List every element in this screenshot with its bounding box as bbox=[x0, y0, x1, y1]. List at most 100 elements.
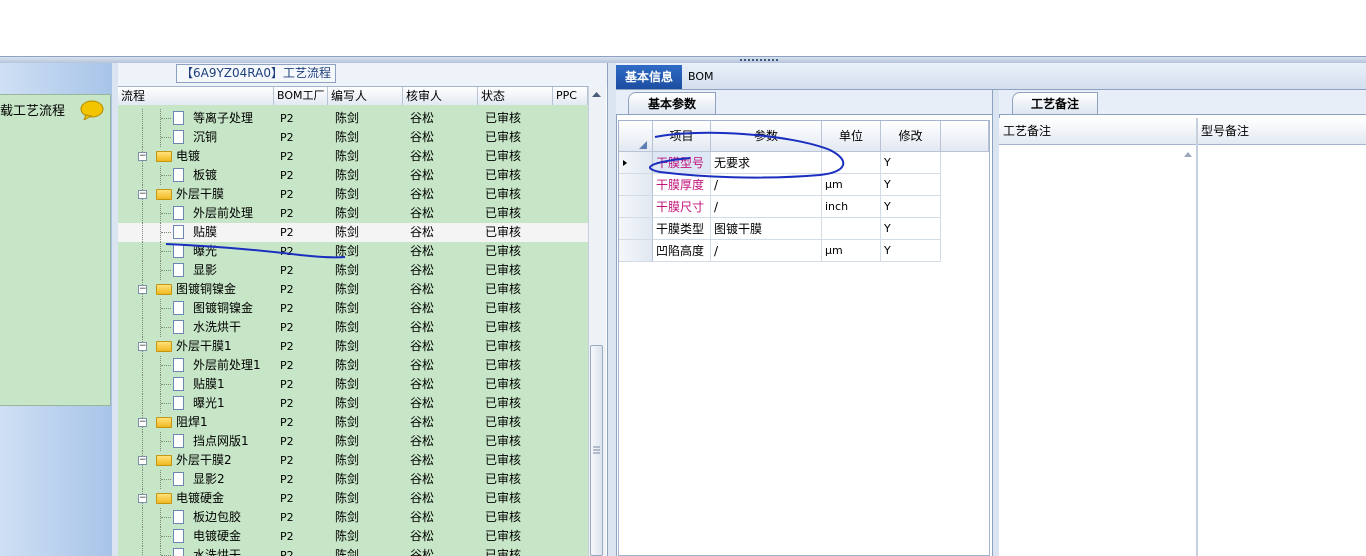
tab-process-notes[interactable]: 工艺备注 bbox=[1012, 92, 1098, 114]
row-header[interactable] bbox=[619, 174, 653, 196]
params-row[interactable]: 干膜类型 图镀干膜 Y bbox=[619, 218, 941, 240]
unit-cell[interactable]: μm bbox=[822, 174, 881, 196]
tree-node-label: 外层前处理1 bbox=[193, 358, 261, 372]
collapse-toggle-icon[interactable]: − bbox=[138, 152, 147, 161]
params-row[interactable]: 干膜厚度 / μm Y bbox=[619, 174, 941, 196]
item-cell[interactable]: 干膜类型 bbox=[653, 218, 711, 240]
status-cell: 已审核 bbox=[485, 377, 522, 391]
column-header-writer[interactable]: 编写人 bbox=[328, 87, 403, 105]
tree-row[interactable]: − 阻焊1 P2 陈剑 谷松 已审核 bbox=[118, 413, 588, 432]
param-cell[interactable]: / bbox=[711, 196, 822, 218]
scroll-up-arrow-icon[interactable] bbox=[1182, 148, 1194, 160]
item-cell[interactable]: 干膜型号 bbox=[653, 152, 711, 174]
tree-row[interactable]: 板镀 P2 陈剑 谷松 已审核 bbox=[118, 166, 588, 185]
tree-row[interactable]: − 图镀铜镍金 P2 陈剑 谷松 已审核 bbox=[118, 280, 588, 299]
tree-row[interactable]: 板边包胶 P2 陈剑 谷松 已审核 bbox=[118, 508, 588, 527]
tree-connector-line bbox=[161, 213, 171, 214]
row-header[interactable] bbox=[619, 196, 653, 218]
column-header-unit[interactable]: 单位 bbox=[822, 121, 881, 152]
tree-row[interactable]: 显影 P2 陈剑 谷松 已审核 bbox=[118, 261, 588, 280]
tree-row[interactable]: − 外层干膜 P2 陈剑 谷松 已审核 bbox=[118, 185, 588, 204]
param-cell[interactable]: / bbox=[711, 174, 822, 196]
tree-row[interactable]: 电镀硬金 P2 陈剑 谷松 已审核 bbox=[118, 527, 588, 546]
tree-row[interactable]: 挡点网版1 P2 陈剑 谷松 已审核 bbox=[118, 432, 588, 451]
param-cell[interactable]: / bbox=[711, 240, 822, 262]
tree-row[interactable]: 曝光 P2 陈剑 谷松 已审核 bbox=[118, 242, 588, 261]
collapse-toggle-icon[interactable]: − bbox=[138, 285, 147, 294]
modify-cell[interactable]: Y bbox=[881, 152, 941, 174]
tree-scrollbar-thumb[interactable] bbox=[590, 345, 603, 556]
collapse-toggle-icon[interactable]: − bbox=[138, 342, 147, 351]
column-header-ppc[interactable]: PPC bbox=[553, 87, 588, 105]
scroll-up-arrow-icon[interactable] bbox=[588, 86, 605, 104]
tree-row[interactable]: 曝光1 P2 陈剑 谷松 已审核 bbox=[118, 394, 588, 413]
tree-row[interactable]: 沉铜 P2 陈剑 谷松 已审核 bbox=[118, 128, 588, 147]
left-nav-item[interactable] bbox=[0, 94, 111, 406]
column-header-status[interactable]: 状态 bbox=[478, 87, 553, 105]
splitter-grip-icon[interactable] bbox=[728, 57, 790, 62]
tree-node-label: 挡点网版1 bbox=[193, 434, 249, 448]
column-header-item[interactable]: 项目 bbox=[653, 121, 711, 152]
bom-cell: P2 bbox=[280, 245, 294, 258]
reviewer-cell: 谷松 bbox=[410, 491, 435, 505]
row-header[interactable] bbox=[619, 240, 653, 262]
params-row[interactable]: 干膜尺寸 / inch Y bbox=[619, 196, 941, 218]
item-cell[interactable]: 干膜厚度 bbox=[653, 174, 711, 196]
modify-cell[interactable]: Y bbox=[881, 240, 941, 262]
params-row[interactable]: 干膜型号 无要求 Y bbox=[619, 152, 941, 174]
tab-basic-info[interactable]: 基本信息 bbox=[616, 65, 682, 89]
row-header[interactable] bbox=[619, 218, 653, 240]
param-cell[interactable]: 图镀干膜 bbox=[711, 218, 822, 240]
modify-cell[interactable]: Y bbox=[881, 218, 941, 240]
collapse-toggle-icon[interactable]: − bbox=[138, 190, 147, 199]
collapse-toggle-icon[interactable]: − bbox=[138, 456, 147, 465]
column-header-param[interactable]: 参数 bbox=[711, 121, 822, 152]
tree-node-label: 电镀硬金 bbox=[176, 491, 225, 505]
item-cell[interactable]: 干膜尺寸 bbox=[653, 196, 711, 218]
column-header-flow[interactable]: 流程 bbox=[118, 87, 274, 105]
modify-cell[interactable]: Y bbox=[881, 174, 941, 196]
column-header-modify[interactable]: 修改 bbox=[881, 121, 941, 152]
modify-cell[interactable]: Y bbox=[881, 196, 941, 218]
tree-row[interactable]: − 电镀硬金 P2 陈剑 谷松 已审核 bbox=[118, 489, 588, 508]
column-header-model-note[interactable]: 型号备注 bbox=[1201, 118, 1249, 144]
column-header-reviewer[interactable]: 核审人 bbox=[403, 87, 478, 105]
tree-row[interactable]: − 电镀 P2 陈剑 谷松 已审核 bbox=[118, 147, 588, 166]
column-header-bom[interactable]: BOM工厂 bbox=[274, 87, 328, 105]
grid-corner[interactable] bbox=[619, 121, 653, 152]
tree-row[interactable]: − 外层干膜1 P2 陈剑 谷松 已审核 bbox=[118, 337, 588, 356]
params-row[interactable]: 凹陷高度 / μm Y bbox=[619, 240, 941, 262]
column-header-process-note[interactable]: 工艺备注 bbox=[1003, 118, 1051, 144]
basic-params-grid[interactable]: 项目 参数 单位 修改 干膜型号 无要求 Y 干膜厚度 / μm Y 干膜尺寸 / inch Y 干膜… bbox=[618, 120, 990, 556]
process-notes-area[interactable] bbox=[999, 145, 1366, 556]
middle-splitter[interactable] bbox=[607, 63, 617, 556]
tree-row[interactable]: 外层前处理 P2 陈剑 谷松 已审核 bbox=[118, 204, 588, 223]
process-flow-tree[interactable]: 等离子处理 P2 陈剑 谷松 已审核 沉铜 P2 陈剑 谷松 已审核 − 电镀 P2 陈剑 谷松 已审核 板镀 P… bbox=[118, 105, 588, 556]
folder-icon bbox=[156, 151, 172, 162]
tree-row[interactable]: 图镀铜镍金 P2 陈剑 谷松 已审核 bbox=[118, 299, 588, 318]
tree-row[interactable]: − 外层干膜2 P2 陈剑 谷松 已审核 bbox=[118, 451, 588, 470]
speech-bubble-icon[interactable] bbox=[80, 100, 104, 120]
tree-row[interactable]: 水洗烘干 P2 陈剑 谷松 已审核 bbox=[118, 546, 588, 556]
tree-node-label: 板边包胶 bbox=[193, 510, 242, 524]
tree-row[interactable]: 外层前处理1 P2 陈剑 谷松 已审核 bbox=[118, 356, 588, 375]
tree-row[interactable]: 贴膜 P2 陈剑 谷松 已审核 bbox=[118, 223, 588, 242]
notes-column-header: 工艺备注 型号备注 bbox=[999, 118, 1366, 145]
tree-row[interactable]: 水洗烘干 P2 陈剑 谷松 已审核 bbox=[118, 318, 588, 337]
unit-cell[interactable] bbox=[822, 152, 881, 174]
tree-row[interactable]: 等离子处理 P2 陈剑 谷松 已审核 bbox=[118, 109, 588, 128]
unit-cell[interactable]: inch bbox=[822, 196, 881, 218]
tree-row[interactable]: 贴膜1 P2 陈剑 谷松 已审核 bbox=[118, 375, 588, 394]
item-cell[interactable]: 凹陷高度 bbox=[653, 240, 711, 262]
tab-bom[interactable]: BOM bbox=[688, 65, 718, 89]
collapse-toggle-icon[interactable]: − bbox=[138, 494, 147, 503]
unit-cell[interactable] bbox=[822, 218, 881, 240]
param-cell[interactable]: 无要求 bbox=[711, 152, 822, 174]
tree-node-label: 曝光 bbox=[193, 244, 218, 258]
unit-cell[interactable]: μm bbox=[822, 240, 881, 262]
reviewer-cell: 谷松 bbox=[410, 206, 435, 220]
tree-row[interactable]: 显影2 P2 陈剑 谷松 已审核 bbox=[118, 470, 588, 489]
collapse-toggle-icon[interactable]: − bbox=[138, 418, 147, 427]
row-header[interactable] bbox=[619, 152, 653, 174]
tab-basic-params[interactable]: 基本参数 bbox=[628, 92, 716, 114]
